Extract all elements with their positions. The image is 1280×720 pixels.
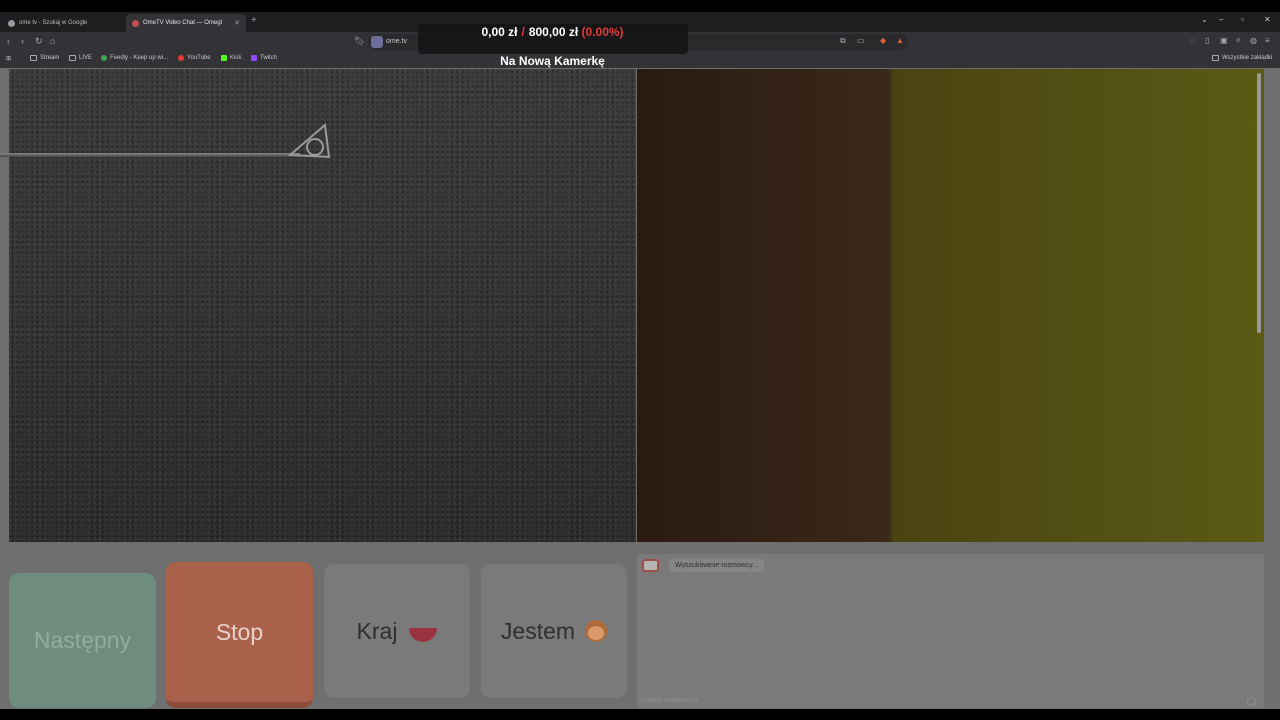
chat-icon[interactable]: ◌ — [1190, 36, 1195, 45]
next-button[interactable]: Następny — [9, 573, 156, 708]
extensions-icon[interactable]: ✧ — [1235, 36, 1242, 45]
ometv-logo-icon — [642, 559, 659, 572]
minimize-icon[interactable]: – — [1219, 15, 1223, 24]
partner-camera-video — [637, 69, 1264, 542]
wallet-icon[interactable]: ▣ — [1220, 36, 1228, 45]
poland-flag-icon — [409, 628, 438, 642]
country-button[interactable]: Kraj — [324, 564, 470, 698]
url-text[interactable]: ome.tv — [386, 38, 407, 45]
folder-icon — [1212, 55, 1219, 61]
all-bookmarks[interactable]: Wszystkie zakładki — [1212, 55, 1272, 61]
gender-button[interactable]: Jestem — [481, 564, 627, 698]
menu-icon[interactable]: ≡ — [1265, 36, 1270, 45]
boy-face-icon — [585, 620, 608, 642]
stop-button[interactable]: Stop — [166, 562, 313, 708]
browser-window: ome tv - Szukaj w Google OmeTV Video Cha… — [0, 12, 1280, 709]
sword-graphic — [0, 153, 300, 157]
donation-goal-title: Na Nową Kamerkę — [500, 54, 605, 68]
message-input[interactable]: Napisz wiadomość — [637, 697, 1264, 708]
vpn-icon[interactable]: ◍ — [1250, 36, 1257, 45]
celtic-knot-icon — [287, 123, 331, 159]
donation-goal-text: 0,00 zł/800,00 zł (0.00%) — [481, 25, 624, 39]
sidebar-icon[interactable]: ▯ — [1205, 36, 1209, 45]
own-camera-video — [0, 69, 636, 542]
maximize-icon[interactable]: ▫ — [1241, 15, 1244, 24]
tab-list-chevron-icon[interactable]: ⌄ — [1201, 15, 1208, 24]
ometv-page: Następny Stop Kraj Jestem Wyszukiwanie r… — [0, 68, 1280, 709]
send-icon[interactable] — [1247, 697, 1256, 706]
chat-panel: Wyszukiwanie rozmowcy... Napisz wiadomoś… — [637, 554, 1264, 708]
close-window-icon[interactable]: ✕ — [1264, 15, 1271, 24]
page-scrollbar[interactable] — [1257, 73, 1261, 333]
chat-status-message: Wyszukiwanie rozmowcy... — [669, 559, 765, 572]
